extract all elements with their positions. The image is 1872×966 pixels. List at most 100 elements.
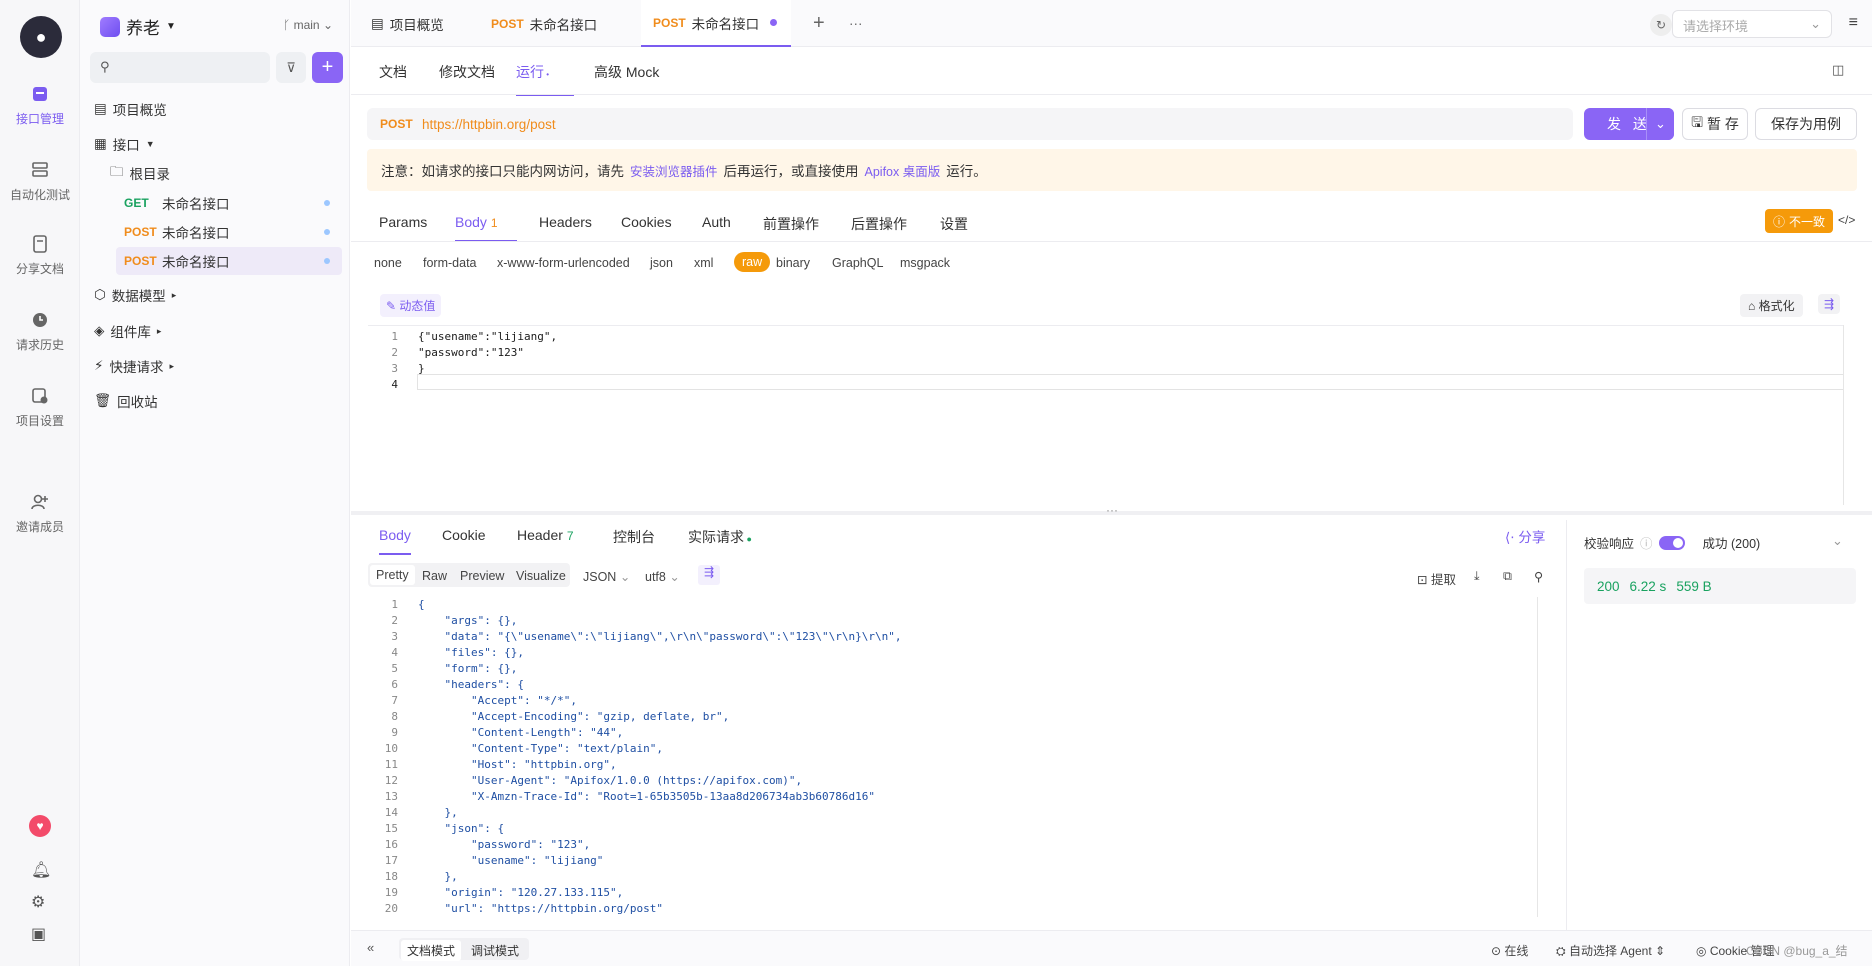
line-number: 19	[384, 886, 398, 899]
copy-icon[interactable]: ⧉	[1503, 569, 1512, 584]
wrap-toggle-icon[interactable]: ⇶	[698, 565, 720, 585]
subtab-doc[interactable]: 文档	[379, 62, 407, 82]
view-preview[interactable]: Preview	[460, 569, 504, 583]
tab-body[interactable]: Body 1	[455, 214, 517, 242]
tree-item-components[interactable]: ◈ 组件库 ▸	[94, 318, 161, 344]
resp-tab-header[interactable]: Header 7	[517, 527, 574, 543]
agent-select[interactable]: ⛭ 自动选择 Agent ⇕	[1556, 942, 1665, 959]
rail-history[interactable]: 请求历史	[0, 310, 80, 353]
rail-automation[interactable]: 自动化测试	[0, 160, 80, 203]
tab-post-ops[interactable]: 后置操作	[851, 214, 907, 234]
body-type-xml[interactable]: xml	[694, 256, 713, 270]
extract-button[interactable]: ⊡ 提取	[1417, 569, 1456, 588]
editor-scrollbar[interactable]	[1843, 325, 1844, 505]
subtab-run[interactable]: 运行 •	[516, 62, 574, 96]
view-raw[interactable]: Raw	[422, 569, 447, 583]
collapse-sidebar-icon[interactable]: «	[367, 940, 374, 955]
add-button[interactable]: +	[312, 52, 343, 83]
heart-icon[interactable]: ♥	[29, 815, 51, 837]
mismatch-badge[interactable]: ⓘ 不一致	[1765, 209, 1833, 233]
filter-button[interactable]: ⊽	[276, 52, 306, 83]
request-body-editor[interactable]: 1 {"usename":"lijiang", 2 "password":"123" 3…	[368, 325, 1844, 505]
subtab-edit[interactable]: 修改文档	[439, 62, 495, 82]
tab-api-active[interactable]: POST 未命名接口	[641, 0, 791, 47]
code-icon[interactable]: </>	[1838, 213, 1855, 227]
tree-item-api[interactable]: POST 未命名接口	[124, 219, 342, 245]
body-type-x-www-form-urlencoded[interactable]: x-www-form-urlencoded	[497, 256, 630, 270]
help-icon[interactable]: ▣	[31, 924, 46, 944]
format-select[interactable]: JSON ⌄	[583, 569, 630, 584]
refresh-icon[interactable]: ↻	[1650, 14, 1672, 36]
body-type-form-data[interactable]: form-data	[423, 256, 477, 270]
response-body-viewer[interactable]: 1 {2 "args": {}, 3 "data": "{\"usename\":\…	[368, 597, 1550, 917]
subtab-mock[interactable]: 高级 Mock	[594, 62, 659, 82]
save-as-case-button[interactable]: 保存为用例	[1755, 108, 1857, 140]
tree-item-overview[interactable]: ▤ 项目概览	[94, 96, 167, 122]
view-pretty[interactable]: Pretty	[370, 565, 415, 585]
charset-select[interactable]: utf8 ⌄	[645, 569, 680, 584]
format-button[interactable]: ⌂ 格式化	[1740, 294, 1803, 317]
doc-mode-button[interactable]: 文档模式	[401, 940, 462, 961]
install-plugin-link[interactable]: 安装浏览器插件	[630, 161, 718, 180]
new-tab-button[interactable]: +	[801, 0, 837, 47]
tab-params[interactable]: Params	[379, 214, 427, 230]
resp-tab-console[interactable]: 控制台	[613, 527, 655, 547]
body-type-none[interactable]: none	[374, 256, 402, 270]
layout-toggle-icon[interactable]: ◫	[1832, 62, 1844, 78]
rail-api-management[interactable]: 接口管理	[0, 84, 80, 127]
tree-item-root[interactable]: 🗀 根目录	[110, 160, 170, 186]
tree-item-quick[interactable]: ⚡︎ 快捷请求 ▸	[94, 353, 174, 379]
tab-auth[interactable]: Auth	[702, 214, 731, 230]
body-type-raw[interactable]: raw	[734, 252, 771, 272]
resp-tab-actual[interactable]: 实际请求 ●	[688, 527, 752, 547]
response-scrollbar[interactable]	[1537, 597, 1550, 917]
gear-icon[interactable]: ⚙	[31, 892, 45, 912]
download-icon[interactable]: ⤓	[1474, 569, 1480, 584]
chevron-down-icon[interactable]: ⌄	[1832, 533, 1843, 549]
send-dropdown-button[interactable]: ⌄	[1646, 108, 1674, 140]
tab-pre-ops[interactable]: 前置操作	[763, 214, 819, 234]
tree-item-apis[interactable]: ▦ 接口 ▼	[94, 131, 155, 157]
branch-selector[interactable]: ᚴ main ⌄	[283, 18, 333, 32]
environment-select[interactable]: 请选择环境 ⌄	[1672, 10, 1832, 38]
bell-icon[interactable]: 🔔︎	[31, 860, 51, 880]
wrap-toggle-icon[interactable]: ⇶	[1818, 294, 1841, 314]
project-switcher[interactable]: 养老 ▼	[100, 14, 176, 39]
body-type-json[interactable]: json	[650, 256, 673, 270]
resp-tab-cookie[interactable]: Cookie	[442, 527, 486, 543]
url-bar[interactable]: POST https://httpbin.org/post	[367, 108, 1573, 140]
view-visualize[interactable]: Visualize	[516, 569, 566, 583]
validation-toggle[interactable]	[1658, 535, 1685, 550]
line-number: 14	[384, 806, 398, 819]
rail-invite-members[interactable]: 邀请成员	[0, 492, 80, 535]
rail-share-docs[interactable]: 分享文档	[0, 234, 80, 277]
tree-item-models[interactable]: ⬡ 数据模型 ▸	[94, 282, 176, 308]
debug-mode-button[interactable]: 调试模式	[471, 942, 519, 959]
method-select[interactable]: POST	[380, 117, 422, 131]
desktop-app-link[interactable]: Apifox 桌面版	[865, 161, 941, 180]
tab-headers[interactable]: Headers	[539, 214, 592, 230]
search-icon[interactable]: ⚲	[1534, 569, 1543, 584]
online-status[interactable]: ⊙ 在线	[1491, 942, 1528, 959]
drag-handle-icon[interactable]: ···	[1106, 503, 1118, 517]
rail-project-settings[interactable]: 项目设置	[0, 386, 80, 429]
body-type-graphql[interactable]: GraphQL	[832, 256, 883, 270]
url-input[interactable]: https://httpbin.org/post	[422, 117, 556, 132]
tab-overview[interactable]: ▤ 项目概览	[359, 0, 456, 47]
share-button[interactable]: ⟨⋅ 分享	[1505, 526, 1545, 546]
body-type-msgpack[interactable]: msgpack	[900, 256, 950, 270]
menu-icon[interactable]: ≡	[1849, 14, 1858, 32]
body-type-binary[interactable]: binary	[776, 256, 810, 270]
app-logo[interactable]: ●	[20, 16, 62, 58]
resp-tab-body[interactable]: Body	[379, 527, 411, 555]
sidebar-search-input[interactable]: ⚲	[90, 52, 270, 83]
tab-settings[interactable]: 设置	[940, 214, 968, 234]
tree-item-api-selected[interactable]: POST 未命名接口	[116, 247, 342, 275]
save-temp-button[interactable]: 🖫︎ 暂 存	[1682, 108, 1748, 140]
tab-cookies[interactable]: Cookies	[621, 214, 672, 230]
more-tabs-button[interactable]: ···	[837, 0, 875, 47]
tree-item-api[interactable]: GET 未命名接口	[124, 190, 342, 216]
dynamic-value-button[interactable]: ✎ 动态值	[380, 294, 442, 317]
tree-item-trash[interactable]: 🗑︎ 回收站	[94, 388, 158, 414]
tab-api[interactable]: POST 未命名接口	[479, 0, 609, 47]
